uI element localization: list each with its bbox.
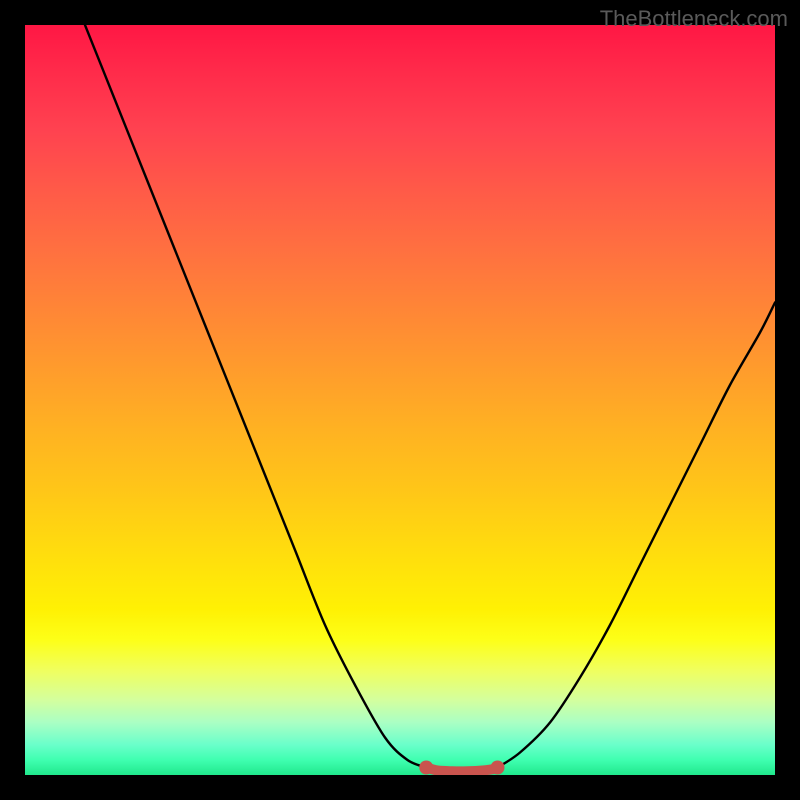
curve-bottom-highlight — [426, 768, 497, 772]
chart-svg — [25, 25, 775, 775]
highlight-dot-right — [491, 761, 505, 775]
curve-right — [498, 303, 776, 768]
highlight-dot-left — [419, 761, 433, 775]
plot-area — [25, 25, 775, 775]
curve-left — [85, 25, 426, 768]
watermark-text: TheBottleneck.com — [600, 6, 788, 32]
